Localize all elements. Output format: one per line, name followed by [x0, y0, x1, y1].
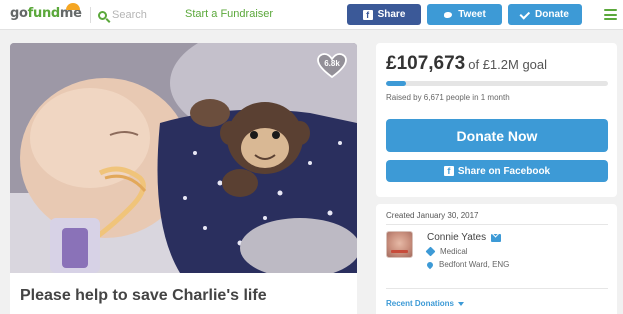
check-icon — [519, 8, 531, 20]
campaign-photo[interactable]: 6.8k — [10, 43, 357, 273]
recent-donations-toggle[interactable]: Recent Donations — [386, 299, 465, 308]
location-row: Bedfont Ward, ENG — [425, 260, 510, 269]
share-on-facebook-label: Share on Facebook — [457, 165, 551, 177]
goal-text: of £1.2M goal — [468, 57, 548, 72]
divider — [386, 288, 608, 289]
search-icon — [98, 10, 107, 20]
progress-bar — [386, 81, 608, 86]
search-placeholder: Search — [112, 9, 147, 21]
logo-text-fund: fund — [27, 6, 61, 21]
organizer-avatar[interactable] — [386, 231, 413, 258]
share-button-label: Share — [377, 9, 406, 20]
created-date: Created January 30, 2017 — [386, 211, 479, 220]
start-fundraiser-link[interactable]: Start a Fundraiser — [185, 8, 273, 20]
facebook-icon: f — [443, 166, 454, 176]
share-button[interactable]: f Share — [347, 4, 421, 25]
divider — [386, 224, 608, 225]
location-text: Bedfont Ward, ENG — [439, 260, 510, 269]
share-on-facebook-button[interactable]: f Share on Facebook — [386, 160, 608, 182]
top-navigation-bar: gofundme Search Start a Fundraiser f Sha… — [0, 0, 623, 30]
logo-sun-icon — [66, 3, 80, 10]
gofundme-logo[interactable]: gofundme — [10, 3, 82, 21]
recent-donations-label: Recent Donations — [386, 299, 455, 308]
tag-icon — [425, 246, 436, 257]
campaign-title: Please help to save Charlie's life — [20, 287, 267, 304]
facebook-icon: f — [362, 9, 373, 20]
amount-raised: £107,673 of £1.2M goal — [386, 53, 547, 75]
organizer-name-row: Connie Yates — [427, 232, 502, 243]
tweet-button-label: Tweet — [458, 9, 486, 20]
logo-text-go: go — [10, 6, 28, 21]
header-divider — [90, 7, 91, 23]
email-icon[interactable] — [491, 233, 502, 242]
organizer-panel: Created January 30, 2017 Connie Yates Me… — [376, 204, 617, 314]
category-row: Medical — [425, 246, 468, 257]
tweet-button[interactable]: Tweet — [427, 4, 502, 25]
organizer-name[interactable]: Connie Yates — [427, 232, 486, 243]
donate-button-label: Donate — [535, 9, 569, 20]
donate-panel: £107,673 of £1.2M goal Raised by 6,671 p… — [376, 43, 617, 197]
donate-button[interactable]: Donate — [508, 4, 582, 25]
amount-value: £107,673 — [386, 53, 466, 74]
heart-counter[interactable]: 6.8k — [317, 53, 347, 79]
raised-by-text: Raised by 6,671 people in 1 month — [386, 93, 510, 102]
location-pin-icon — [425, 260, 435, 269]
hamburger-menu-icon[interactable] — [604, 9, 617, 20]
donate-now-button[interactable]: Donate Now — [386, 119, 608, 152]
campaign-card: 6.8k Please help to save Charlie's life — [10, 43, 357, 314]
progress-fill — [386, 81, 406, 86]
caret-down-icon — [458, 301, 465, 306]
twitter-icon — [443, 11, 453, 19]
heart-count: 6.8k — [324, 59, 340, 68]
campaign-photo-illustration — [10, 43, 357, 273]
category-text[interactable]: Medical — [440, 247, 468, 256]
search-box[interactable]: Search — [98, 8, 147, 22]
